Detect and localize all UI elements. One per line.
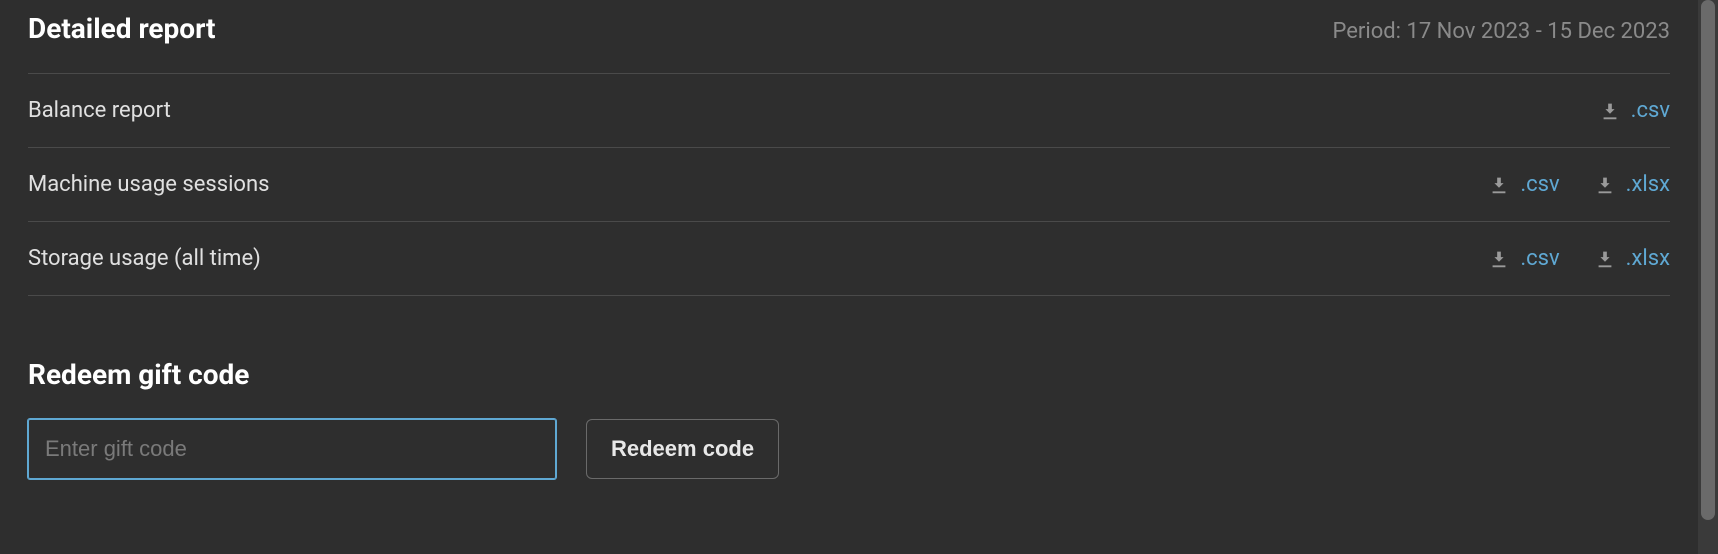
detailed-report-header: Detailed report Period: 17 Nov 2023 - 15…: [28, 12, 1670, 74]
download-group: .csv: [1599, 98, 1670, 123]
download-ext: .xlsx: [1626, 172, 1670, 197]
download-icon: [1599, 100, 1621, 122]
gift-code-input[interactable]: [28, 419, 556, 479]
redeem-gift-code-title: Redeem gift code: [28, 358, 1670, 391]
download-ext: .xlsx: [1626, 246, 1670, 271]
report-row-balance: Balance report .csv: [28, 74, 1670, 148]
download-xlsx-link[interactable]: .xlsx: [1594, 246, 1670, 271]
scrollbar-track[interactable]: [1698, 0, 1718, 554]
download-group: .csv .xlsx: [1488, 246, 1670, 271]
download-ext: .csv: [1520, 246, 1559, 271]
report-label: Storage usage (all time): [28, 246, 261, 271]
download-csv-link[interactable]: .csv: [1488, 246, 1559, 271]
report-label: Machine usage sessions: [28, 172, 269, 197]
download-group: .csv .xlsx: [1488, 172, 1670, 197]
download-csv-link[interactable]: .csv: [1488, 172, 1559, 197]
download-icon: [1488, 174, 1510, 196]
download-xlsx-link[interactable]: .xlsx: [1594, 172, 1670, 197]
report-row-storage-usage: Storage usage (all time) .csv .xlsx: [28, 222, 1670, 296]
redeem-code-button[interactable]: Redeem code: [586, 419, 779, 479]
report-period: Period: 17 Nov 2023 - 15 Dec 2023: [1333, 19, 1671, 44]
redeem-section: Redeem gift code Redeem code: [28, 358, 1670, 479]
redeem-form: Redeem code: [28, 419, 1670, 479]
download-icon: [1594, 174, 1616, 196]
report-row-machine-usage: Machine usage sessions .csv .xlsx: [28, 148, 1670, 222]
report-label: Balance report: [28, 98, 171, 123]
download-ext: .csv: [1520, 172, 1559, 197]
download-icon: [1488, 248, 1510, 270]
detailed-report-title: Detailed report: [28, 12, 216, 45]
download-csv-link[interactable]: .csv: [1599, 98, 1670, 123]
scrollbar-thumb[interactable]: [1701, 0, 1715, 520]
download-ext: .csv: [1631, 98, 1670, 123]
download-icon: [1594, 248, 1616, 270]
